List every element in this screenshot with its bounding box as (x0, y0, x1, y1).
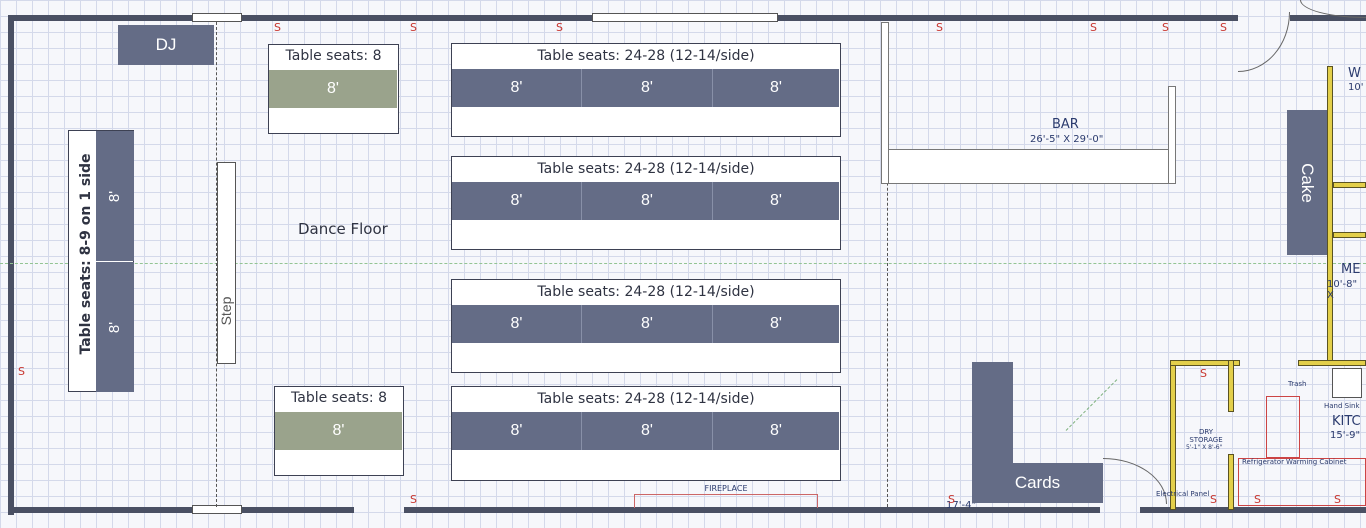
wall-bottom-left (8, 507, 193, 513)
bar-title: BAR (1052, 117, 1079, 132)
outlet-marker: S (1220, 21, 1227, 34)
window-bottom-1 (192, 505, 242, 514)
electrical-panel-label: Electrical Panel (1156, 490, 1210, 498)
banquet-table-segment: 8' (713, 305, 839, 343)
banquet-table-segment: 8' (452, 305, 582, 343)
wall-top-left (8, 15, 193, 21)
step-label: Step (218, 296, 234, 326)
banquet-table-segment: 8' (582, 182, 713, 220)
long-table-segment: 8' (96, 131, 134, 261)
room-me-label: ME (1341, 262, 1361, 277)
outlet-marker: S (1090, 21, 1097, 34)
kitchen-label: KITC (1332, 414, 1361, 429)
dry-storage-wall (1228, 360, 1234, 412)
small-table[interactable]: Table seats: 8 8' (268, 44, 399, 134)
small-table-segment: 8' (275, 412, 402, 450)
refrigerator-outline (1266, 396, 1300, 458)
warming-cabinet-label: Warming Cabinet (1286, 458, 1347, 466)
kitchen-dims: 15'-9" (1330, 430, 1361, 441)
banquet-table[interactable]: Table seats: 24-28 (12-14/side) 8' 8' 8' (451, 386, 841, 481)
dry-storage-wall (1228, 454, 1234, 510)
fireplace-label: FIREPLACE (704, 484, 748, 493)
room-me-dims: 10'-8" X (1327, 279, 1358, 301)
wall-left (8, 15, 14, 515)
banquet-table-segment: 8' (582, 412, 713, 450)
wall-top-mid (242, 15, 592, 21)
dry-storage-dims: 5'-1" X 8'-6" (1186, 444, 1223, 451)
banquet-table-segment: 8' (452, 412, 582, 450)
cake-label: Cake (1298, 162, 1317, 203)
banquet-table[interactable]: Table seats: 24-28 (12-14/side) 8' 8' 8' (451, 279, 841, 373)
bar-counter-front (888, 149, 1176, 184)
banquet-table-label: Table seats: 24-28 (12-14/side) (537, 161, 755, 177)
door-swing-diagonal (1065, 379, 1118, 431)
banquet-table-segment: 8' (582, 305, 713, 343)
outlet-marker: S (410, 493, 417, 506)
outlet-marker: S (18, 365, 25, 378)
small-table-label: Table seats: 8 (291, 390, 387, 406)
banquet-table-segment: 8' (713, 69, 839, 107)
wall-top-right (778, 15, 1238, 21)
banquet-table-segment: 8' (582, 69, 713, 107)
door-swing (1238, 12, 1290, 72)
room-w-dims: 10' (1348, 82, 1364, 93)
cards-table-upright[interactable] (972, 362, 1013, 464)
bar-counter-end (1168, 86, 1176, 184)
banquet-table[interactable]: Table seats: 24-28 (12-14/side) 8' 8' 8' (451, 43, 841, 137)
banquet-table-segment: 8' (452, 182, 582, 220)
dry-storage-wall (1170, 360, 1176, 510)
cake-table[interactable]: Cake (1287, 110, 1327, 255)
trash-label: Trash (1288, 380, 1307, 388)
wall-bottom-mid (242, 507, 354, 513)
banquet-table-label: Table seats: 24-28 (12-14/side) (537, 284, 755, 300)
small-table-segment: 8' (269, 70, 397, 108)
outlet-marker: S (1162, 21, 1169, 34)
small-table-label: Table seats: 8 (285, 48, 382, 64)
banquet-table-label: Table seats: 24-28 (12-14/side) (537, 391, 755, 407)
outlet-marker: S (274, 21, 281, 34)
room-w-label: W (1348, 66, 1361, 81)
floor-plan: FIREPLACE 17'-4" DJ Table seats: 8-9 on … (0, 0, 1366, 528)
outlet-marker: S (1254, 493, 1261, 506)
hand-sink (1332, 368, 1362, 398)
center-guide-line (0, 263, 1366, 264)
outlet-marker: S (410, 21, 417, 34)
outlet-marker: S (1210, 493, 1217, 506)
banquet-table-segment: 8' (713, 412, 839, 450)
kitchen-wall (1327, 66, 1333, 366)
step[interactable]: Step (217, 162, 236, 364)
refrigerator-label: Refrigerator (1242, 458, 1284, 466)
hand-sink-label: Hand Sink (1324, 402, 1360, 410)
bar-dimensions: 26'-5" X 29'-0" (1030, 134, 1104, 145)
banquet-table-segment: 8' (452, 69, 582, 107)
cards-table[interactable]: Cards (972, 463, 1103, 503)
kitchen-wall (1298, 360, 1366, 366)
kitchen-wall (1333, 182, 1366, 188)
banquet-table-segment: 8' (713, 182, 839, 220)
segment-length: 8' (106, 190, 124, 202)
fireplace-outline (634, 494, 818, 508)
banquet-table[interactable]: Table seats: 24-28 (12-14/side) 8' 8' 8' (451, 156, 841, 250)
outlet-marker: S (936, 21, 943, 34)
long-table-label: Table seats: 8-9 on 1 side (78, 153, 94, 355)
outlet-marker: S (1334, 493, 1341, 506)
kitchen-wall (1333, 232, 1366, 238)
dry-storage-label: DRY STORAGE (1189, 428, 1223, 444)
dj-booth[interactable]: DJ (118, 25, 214, 65)
window-top-2 (592, 13, 778, 22)
window-top-1 (192, 13, 242, 22)
outlet-marker: S (948, 493, 955, 506)
dance-floor-label: Dance Floor (298, 220, 388, 238)
outlet-marker: S (1200, 367, 1207, 380)
outlet-marker: S (556, 21, 563, 34)
long-table-segment: 8' (96, 262, 134, 392)
small-table[interactable]: Table seats: 8 8' (274, 386, 404, 476)
segment-length: 8' (106, 321, 124, 333)
long-table[interactable]: Table seats: 8-9 on 1 side 8' 8' (68, 130, 134, 392)
banquet-table-label: Table seats: 24-28 (12-14/side) (537, 48, 755, 64)
